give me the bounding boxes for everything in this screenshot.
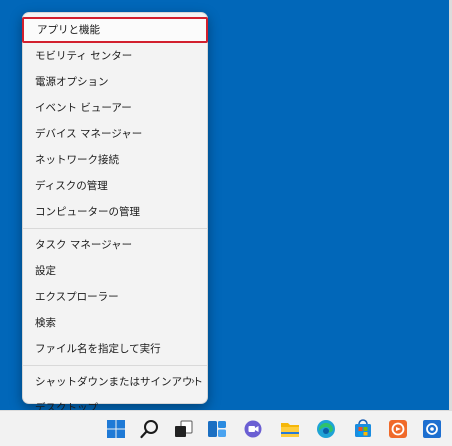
menu-item-run[interactable]: ファイル名を指定して実行 bbox=[23, 336, 207, 362]
menu-item-network-connections[interactable]: ネットワーク接続 bbox=[23, 147, 207, 173]
menu-item-mobility-center[interactable]: モビリティ センター bbox=[23, 43, 207, 69]
menu-item-task-manager[interactable]: タスク マネージャー bbox=[23, 232, 207, 258]
menu-divider bbox=[23, 365, 207, 366]
menu-item-event-viewer[interactable]: イベント ビューアー bbox=[23, 95, 207, 121]
menu-item-disk-management[interactable]: ディスクの管理 bbox=[23, 173, 207, 199]
file-explorer-icon[interactable] bbox=[279, 418, 301, 440]
menu-item-shutdown-or-sign-out[interactable]: シャットダウンまたはサインアウト › bbox=[23, 369, 207, 395]
quick-link-menu: アプリと機能 モビリティ センター 電源オプション イベント ビューアー デバイ… bbox=[22, 12, 208, 414]
task-view-icon[interactable] bbox=[172, 418, 194, 440]
chevron-right-icon: › bbox=[191, 376, 195, 387]
mail-icon[interactable] bbox=[421, 418, 443, 440]
menu-item-device-manager[interactable]: デバイス マネージャー bbox=[23, 121, 207, 147]
menu-item-power-options[interactable]: 電源オプション bbox=[23, 69, 207, 95]
menu-item-file-explorer[interactable]: エクスプローラー bbox=[23, 284, 207, 310]
menu-item-apps-and-features[interactable]: アプリと機能 bbox=[22, 17, 208, 43]
edge-browser-icon[interactable] bbox=[315, 418, 337, 440]
widgets-icon[interactable] bbox=[206, 418, 228, 440]
microsoft-store-icon[interactable] bbox=[352, 418, 374, 440]
menu-item-label: シャットダウンまたはサインアウト bbox=[35, 376, 203, 388]
menu-item-search[interactable]: 検索 bbox=[23, 310, 207, 336]
app-orange-icon[interactable] bbox=[387, 418, 409, 440]
search-icon[interactable] bbox=[139, 418, 161, 440]
taskbar bbox=[0, 410, 452, 446]
menu-divider bbox=[23, 228, 207, 229]
menu-item-settings[interactable]: 設定 bbox=[23, 258, 207, 284]
windows-start-icon[interactable] bbox=[105, 418, 127, 440]
chat-icon[interactable] bbox=[242, 418, 264, 440]
menu-item-computer-management[interactable]: コンピューターの管理 bbox=[23, 199, 207, 225]
